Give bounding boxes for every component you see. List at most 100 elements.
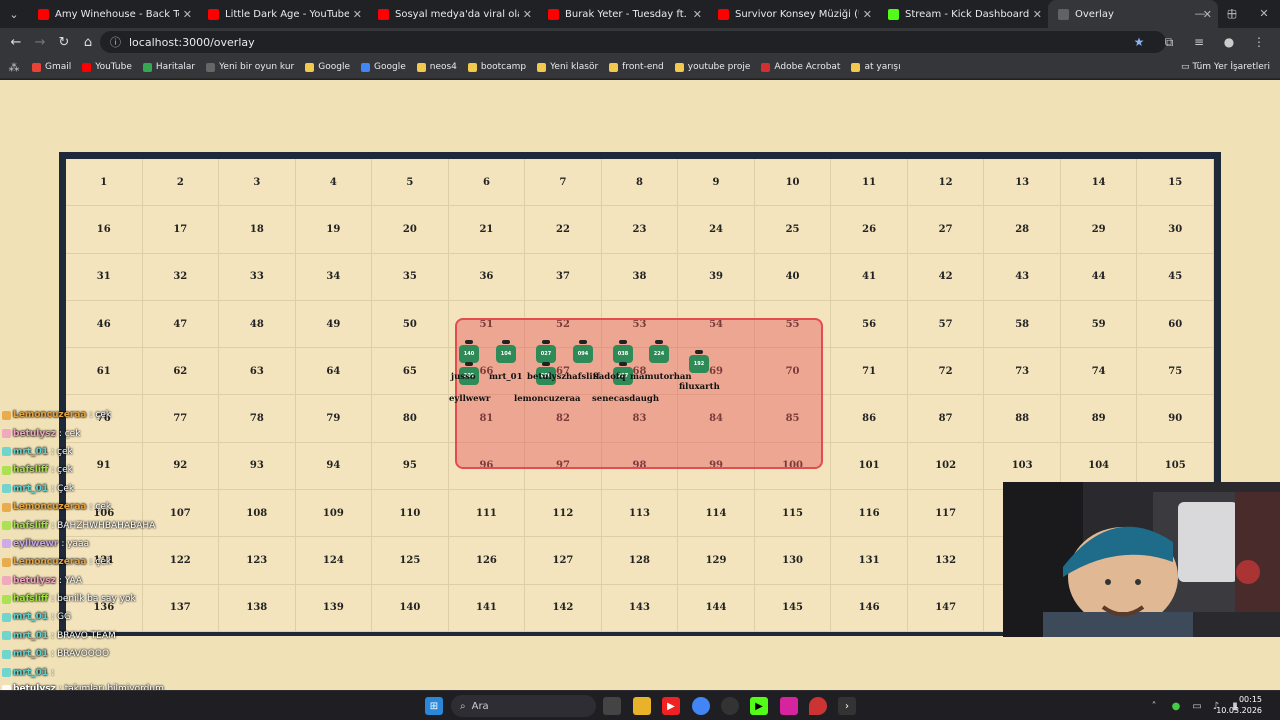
tab-favicon-icon xyxy=(208,8,219,20)
grid-cell: 116 xyxy=(831,490,908,538)
tab-close-icon[interactable]: ✕ xyxy=(353,8,362,21)
menu-icon[interactable]: ⋮ xyxy=(1244,35,1274,49)
bookmark-icon xyxy=(32,62,41,72)
windows-start-icon[interactable]: ⊞ xyxy=(425,697,443,715)
player-hat xyxy=(542,362,550,366)
back-icon[interactable]: ← xyxy=(4,35,28,50)
player-avatar: 192 xyxy=(688,350,710,373)
tab-close-icon[interactable]: ✕ xyxy=(693,8,702,21)
kick-icon[interactable]: ▶ xyxy=(750,697,768,715)
tab-4[interactable]: Survivor Konsey Müziği (Uzun V ✕ xyxy=(708,0,878,28)
bookmark-item[interactable]: YouTube xyxy=(82,62,132,72)
taskbar-search[interactable]: ⌕ Ara xyxy=(451,695,596,717)
grid-cell: 79 xyxy=(295,395,373,443)
grid-cell: 73 xyxy=(984,348,1061,396)
grid-cell: 7 xyxy=(525,159,602,207)
file-explorer-icon[interactable] xyxy=(633,697,651,715)
instagram-icon[interactable] xyxy=(780,697,798,715)
tab-0[interactable]: Amy Winehouse - Back To Black ✕ xyxy=(28,0,198,28)
chat-text: Çek xyxy=(57,483,75,494)
grid-cell: 8 xyxy=(601,159,679,207)
bookmark-item[interactable]: Google xyxy=(305,62,350,72)
tab-close-icon[interactable]: ✕ xyxy=(523,8,532,21)
folder-icon: ▭ xyxy=(1180,62,1193,72)
bookmark-item[interactable]: Adobe Acrobat xyxy=(761,62,840,72)
bookmark-icon xyxy=(851,62,861,72)
grid-cell: 6 xyxy=(448,159,526,207)
grid-cell: 138 xyxy=(219,584,296,632)
extensions-icon[interactable]: ⧉ xyxy=(1154,35,1184,50)
bookmark-item[interactable]: Yeni bir oyun kur xyxy=(206,62,294,72)
grid-cell: 88 xyxy=(984,395,1061,443)
chat-username: betulysz xyxy=(13,575,56,586)
terminal-icon[interactable]: › xyxy=(838,697,856,715)
chat-badge-icon xyxy=(2,429,11,439)
site-info-icon[interactable]: ⓘ xyxy=(110,34,121,50)
grid-cell: 146 xyxy=(831,584,908,632)
grid-cell: 26 xyxy=(831,206,908,254)
maps-icon[interactable] xyxy=(809,697,827,715)
clock[interactable]: 00:15 10.03.2026 xyxy=(1216,694,1262,716)
tab-close-icon[interactable]: ✕ xyxy=(183,8,192,21)
bookmark-item[interactable]: Google xyxy=(361,62,406,72)
address-bar[interactable]: ⓘ localhost:3000/overlay xyxy=(100,31,1166,53)
chat-badge-icon xyxy=(2,557,11,567)
tab-5[interactable]: Stream - Kick Dashboard ✕ xyxy=(878,0,1048,28)
tab-close-icon[interactable]: ✕ xyxy=(863,8,872,21)
grid-cell: 18 xyxy=(219,206,296,254)
forward-icon[interactable]: → xyxy=(28,35,52,50)
apps-icon[interactable]: ⁂ xyxy=(0,61,28,74)
player-number: 038 xyxy=(613,345,633,363)
grid-cell: 129 xyxy=(678,537,755,585)
maximize-icon[interactable]: ▢ xyxy=(1216,0,1248,28)
bookmark-item[interactable]: front-end xyxy=(609,62,664,72)
bookmark-item[interactable]: Gmail xyxy=(32,62,71,72)
grid-cell: 74 xyxy=(1060,348,1138,396)
player-number: 104 xyxy=(496,345,516,363)
reload-icon[interactable]: ↻ xyxy=(52,35,76,50)
bookmark-star-icon[interactable]: ★ xyxy=(1124,35,1154,49)
chat-text: GG xyxy=(57,612,72,623)
bookmark-item[interactable]: bootcamp xyxy=(467,62,526,72)
minimize-icon[interactable]: — xyxy=(1184,0,1216,28)
tab-3[interactable]: Burak Yeter - Tuesday ft. Danel ✕ xyxy=(538,0,708,28)
taskbar: ⊞ ⌕ Ara ▶ ▶ › ˄ ● ▭ ♪ ▮ 00:15 10.03.2026 xyxy=(0,690,1280,720)
bookmark-item[interactable]: at yarışı xyxy=(851,62,901,72)
tray-up-icon[interactable]: ˄ xyxy=(1145,697,1163,715)
youtube-app-icon[interactable]: ▶ xyxy=(662,697,680,715)
grid-cell: 30 xyxy=(1137,206,1214,254)
tab-favicon-icon xyxy=(38,8,49,20)
grid-cell: 38 xyxy=(601,253,679,301)
grid-cell: 49 xyxy=(295,300,373,349)
home-icon[interactable]: ⌂ xyxy=(76,35,100,50)
tab-1[interactable]: Little Dark Age - YouTube ✕ xyxy=(198,0,368,28)
obs-icon[interactable] xyxy=(721,697,739,715)
bookmark-item[interactable]: Yeni klasör xyxy=(537,62,598,72)
bookmark-label: neos4 xyxy=(429,62,457,72)
media-control-icon[interactable]: ≡ xyxy=(1184,35,1214,49)
tab-title: Burak Yeter - Tuesday ft. Danel xyxy=(565,8,689,20)
chat-text: BAHZHWHBAHABAHA xyxy=(57,520,156,531)
tab-close-icon[interactable]: ✕ xyxy=(1033,8,1042,21)
player-name-label: filuxarth xyxy=(679,382,720,392)
tab-2[interactable]: Sosyal medya'da viral olan - da ✕ xyxy=(368,0,538,28)
close-window-icon[interactable]: ✕ xyxy=(1248,0,1280,28)
grid-cell: 114 xyxy=(678,490,755,538)
bookmark-item[interactable]: youtube proje xyxy=(674,62,750,72)
grid-cell: 10 xyxy=(754,159,832,207)
bookmark-icon xyxy=(537,62,547,72)
tab-search-icon[interactable]: ⌄ xyxy=(0,0,28,28)
chat-text: benilk ba say yok xyxy=(57,594,136,605)
bookmark-label: Haritalar xyxy=(155,62,196,72)
grid-cell: 144 xyxy=(678,584,755,632)
chrome-icon[interactable] xyxy=(692,697,710,715)
bookmark-item[interactable]: Haritalar xyxy=(142,62,196,72)
grid-cell: 93 xyxy=(219,442,296,491)
profile-avatar[interactable]: ● xyxy=(1214,35,1244,49)
all-bookmarks[interactable]: ▭ Tüm Yer İşaretleri xyxy=(1181,56,1270,78)
taskview-icon[interactable] xyxy=(603,697,621,715)
network-icon[interactable]: ▭ xyxy=(1188,697,1206,715)
microphone-icon[interactable]: ● xyxy=(1167,697,1185,715)
grid-cell: 139 xyxy=(295,584,373,632)
bookmark-item[interactable]: neos4 xyxy=(416,62,457,72)
